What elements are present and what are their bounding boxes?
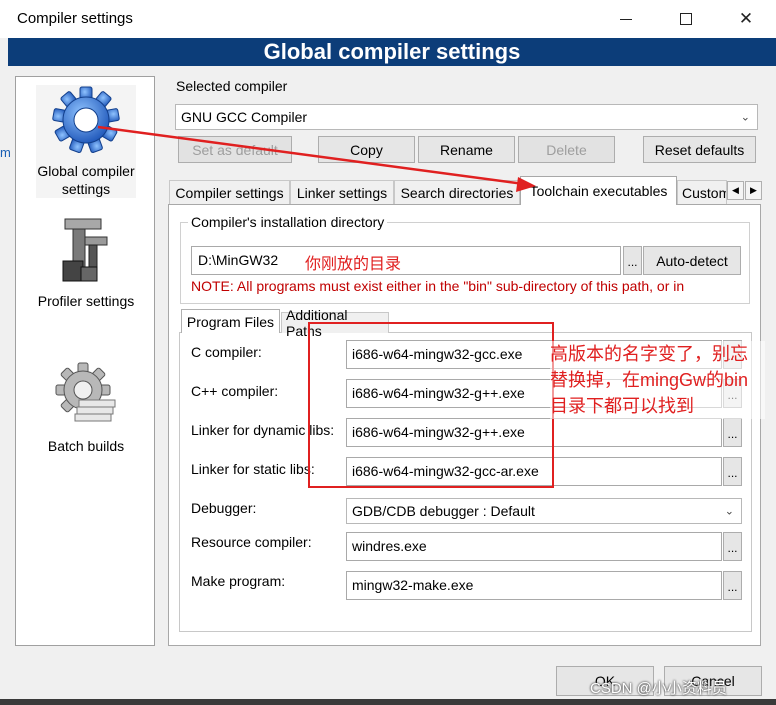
browse-dynamic-linker-button[interactable]: ...	[723, 418, 742, 447]
settings-banner: Global compiler settings	[8, 38, 776, 66]
debugger-select-value: GDB/CDB debugger : Default	[352, 503, 535, 519]
rename-button[interactable]: Rename	[418, 136, 515, 163]
copy-button[interactable]: Copy	[318, 136, 415, 163]
installation-directory-legend: Compiler's installation directory	[188, 214, 388, 230]
reset-defaults-button[interactable]: Reset defaults	[643, 136, 756, 163]
installation-note: NOTE: All programs must exist either in …	[191, 278, 685, 294]
browse-resource-compiler-button[interactable]: ...	[723, 532, 742, 561]
arrow-right-icon: ▶	[750, 185, 757, 195]
selected-compiler-label: Selected compiler	[176, 78, 288, 94]
tab-custom-build-commands[interactable]: Custom build commands	[677, 180, 727, 204]
window-title: Compiler settings	[17, 10, 133, 27]
sidebar-item-batch-builds[interactable]: Batch builds	[36, 360, 136, 455]
caliper-icon	[62, 218, 108, 282]
annotation-note: 高版本的名字变了，别忘替换掉，在mingGw的bin目录下都可以找到	[550, 341, 765, 419]
make-program-input[interactable]: mingw32-make.exe	[346, 571, 722, 600]
make-program-label: Make program:	[191, 573, 286, 589]
gear-icon	[52, 86, 120, 153]
tab-scroll-right-button[interactable]: ▶	[745, 181, 762, 200]
watermark: CSDN @小小资料员	[590, 680, 727, 697]
close-button[interactable]: ✕	[716, 0, 776, 38]
taskbar-strip	[0, 699, 776, 705]
cpp-compiler-label: C++ compiler:	[191, 383, 279, 399]
maximize-button[interactable]	[656, 0, 716, 38]
sidebar-item-label: Global compiler settings	[37, 163, 135, 197]
minimize-icon	[620, 18, 632, 20]
annotation-highlight-box	[308, 322, 554, 488]
resource-compiler-input[interactable]: windres.exe	[346, 532, 722, 561]
annotation-directory-hint: 你刚放的目录	[305, 256, 402, 273]
batch-gear-icon	[55, 362, 116, 422]
browse-static-linker-button[interactable]: ...	[723, 457, 742, 486]
debugger-label: Debugger:	[191, 500, 257, 516]
debugger-select[interactable]: GDB/CDB debugger : Default ⌄	[346, 498, 742, 524]
tab-search-directories[interactable]: Search directories	[394, 180, 520, 204]
tab-linker-settings[interactable]: Linker settings	[290, 180, 394, 204]
settings-category-list: Global compiler settings Profiler settin…	[15, 76, 155, 646]
compiler-select-value: GNU GCC Compiler	[181, 109, 308, 125]
compiler-select[interactable]: GNU GCC Compiler ⌄	[175, 104, 758, 130]
background-text-fragment: m	[0, 145, 11, 160]
tab-compiler-settings[interactable]: Compiler settings	[169, 180, 290, 204]
close-icon: ✕	[738, 9, 754, 28]
chevron-down-icon: ⌄	[740, 111, 750, 124]
arrow-left-icon: ◀	[732, 185, 739, 195]
minimize-button[interactable]	[596, 0, 656, 38]
tab-program-files[interactable]: Program Files	[181, 309, 280, 333]
set-as-default-button[interactable]: Set as default	[178, 136, 292, 163]
sidebar-item-profiler[interactable]: Profiler settings	[36, 215, 136, 310]
static-linker-label: Linker for static libs:	[191, 461, 315, 477]
resource-compiler-label: Resource compiler:	[191, 534, 312, 550]
delete-button[interactable]: Delete	[518, 136, 615, 163]
browse-directory-button[interactable]: ...	[623, 246, 642, 275]
auto-detect-button[interactable]: Auto-detect	[643, 246, 741, 275]
browse-make-program-button[interactable]: ...	[723, 571, 742, 600]
sidebar-item-global-compiler[interactable]: Global compiler settings	[36, 85, 136, 198]
tab-toolchain-executables[interactable]: Toolchain executables	[520, 176, 677, 205]
installation-directory-input[interactable]: D:\MinGW32	[191, 246, 621, 275]
tab-scroll-left-button[interactable]: ◀	[727, 181, 744, 200]
maximize-icon	[680, 13, 692, 25]
sidebar-item-label: Batch builds	[47, 438, 125, 454]
sidebar-item-label: Profiler settings	[37, 293, 135, 309]
c-compiler-label: C compiler:	[191, 344, 262, 360]
chevron-down-icon: ⌄	[724, 505, 734, 518]
